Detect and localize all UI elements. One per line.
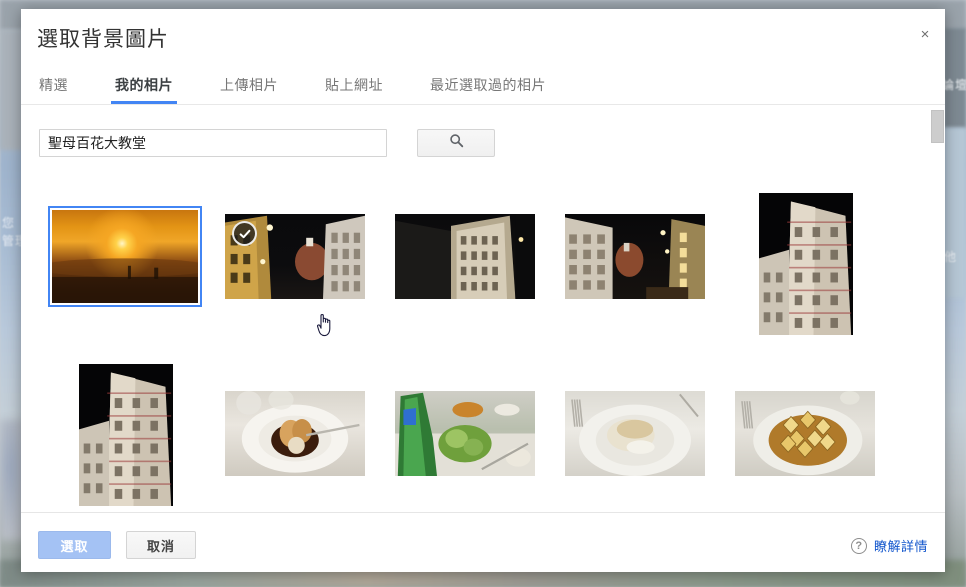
backdrop-text-right-1: 論壇 [942, 78, 966, 92]
photo-thumbnail[interactable] [565, 214, 705, 299]
photo-art [565, 217, 705, 299]
search-button[interactable] [417, 129, 495, 157]
tab-bar: 精選 我的相片 上傳相片 貼上網址 最近選取過的相片 [37, 71, 591, 104]
backdrop-text-left-1: 您 [2, 216, 16, 230]
footer-divider [21, 512, 945, 513]
tab-3[interactable]: 上傳相片 [218, 71, 280, 104]
cancel-button[interactable]: 取消 [126, 531, 196, 559]
tab-label: 精選 [39, 77, 68, 93]
photo-thumbnail[interactable] [565, 391, 705, 476]
tab-label: 最近選取過的相片 [430, 77, 546, 93]
photo-art [79, 372, 172, 506]
photo-art [395, 392, 535, 476]
photo-art [759, 201, 852, 335]
tab-label: 我的相片 [115, 77, 173, 93]
learn-more-label: 瞭解詳情 [873, 539, 928, 554]
photo-thumbnail[interactable] [395, 214, 535, 299]
photo-thumbnail[interactable] [48, 206, 202, 307]
backdrop-text-right-2: 他 [944, 250, 958, 264]
photo-thumbnail[interactable] [79, 364, 173, 506]
photo-thumbnail[interactable] [395, 391, 535, 476]
tab-label: 上傳相片 [220, 77, 278, 93]
tab-4[interactable]: 貼上網址 [323, 71, 385, 104]
photo-thumbnail[interactable] [225, 391, 365, 476]
photo-art [236, 391, 360, 473]
photo-art [741, 391, 863, 476]
search-row [39, 129, 495, 157]
tab-label: 貼上網址 [325, 77, 383, 93]
tab-5[interactable]: 最近選取過的相片 [428, 71, 548, 104]
question-mark-icon: ? [850, 537, 867, 554]
search-icon [449, 133, 464, 153]
tab-1[interactable]: 精選 [37, 71, 70, 104]
select-button[interactable]: 選取 [38, 531, 111, 559]
tab-2[interactable]: 我的相片 [111, 71, 177, 104]
dialog-title: 選取背景圖片 [37, 28, 169, 51]
photo-thumbnail[interactable] [759, 193, 853, 335]
close-icon[interactable]: × [911, 21, 939, 49]
grid-scrollbar-track[interactable] [931, 109, 944, 505]
learn-more-link[interactable]: ? 瞭解詳情 [850, 536, 928, 555]
grid-scrollbar-thumb[interactable] [931, 110, 944, 143]
photo-art [571, 393, 699, 476]
photo-grid-area [21, 175, 945, 512]
photo-art [395, 214, 535, 299]
photo-art [52, 258, 198, 303]
tab-divider [21, 104, 945, 105]
select-background-image-dialog: 選取背景圖片 × 精選 我的相片 上傳相片 貼上網址 最近選取過的相片 選取 取消 ? … [21, 9, 945, 572]
search-input[interactable] [39, 129, 387, 157]
photo-thumbnail[interactable] [225, 214, 365, 299]
backdrop-right-panel-lower [944, 128, 966, 298]
photo-thumbnail[interactable] [735, 391, 875, 476]
checkmark-icon[interactable] [232, 221, 257, 246]
